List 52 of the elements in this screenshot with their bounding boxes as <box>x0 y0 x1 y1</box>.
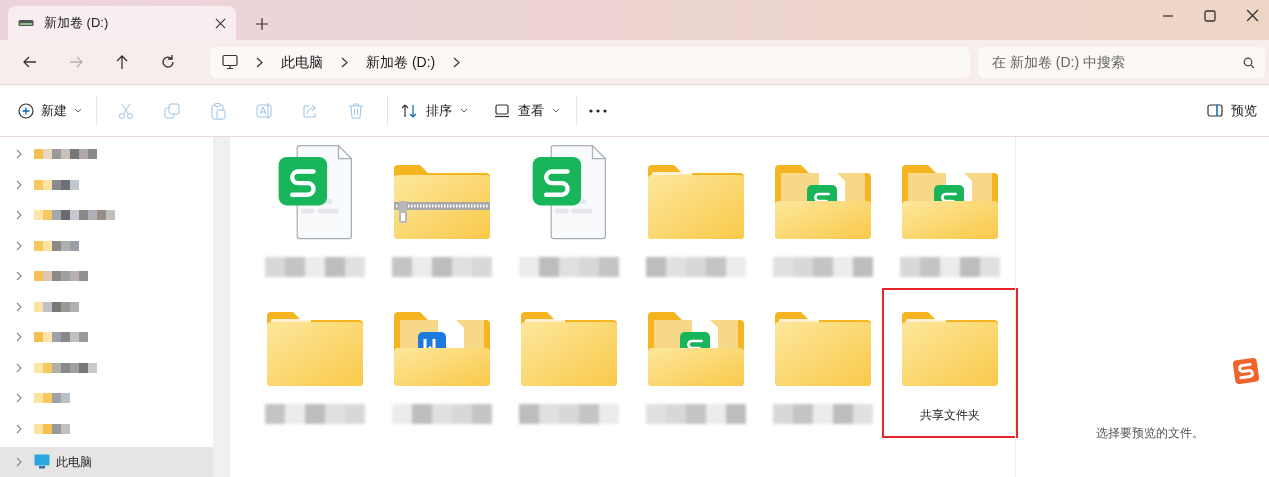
search-icon <box>1243 56 1255 69</box>
ime-icon[interactable] <box>1231 356 1261 386</box>
breadcrumb[interactable]: 新加卷 (D:) <box>366 51 436 73</box>
tab-title: 新加卷 (D:) <box>44 14 110 33</box>
chevron-icon[interactable] <box>453 56 461 68</box>
preview-message: 选择要预览的文件。 <box>1096 425 1204 442</box>
close-icon[interactable] <box>1246 9 1259 22</box>
pixelated-label <box>34 332 88 343</box>
trash-icon <box>347 101 365 120</box>
pixelated-label <box>34 301 79 312</box>
search-field[interactable]: 在 新加卷 (D:) 中搜索 <box>978 46 1265 78</box>
preview-pane-icon <box>1207 104 1223 117</box>
caret-icon <box>74 108 82 113</box>
sidebar-label: 此电脑 <box>56 453 92 471</box>
cut-icon <box>117 101 135 120</box>
preview-button[interactable]: 预览 <box>1207 100 1257 121</box>
drive-icon <box>18 19 34 27</box>
new-tab-icon[interactable] <box>256 18 268 30</box>
plus-circle-icon <box>18 102 34 119</box>
spreadsheet-file-icon[interactable] <box>277 144 353 241</box>
sidebar-item[interactable]: 此电脑 <box>0 446 213 477</box>
close-icon[interactable] <box>215 17 226 29</box>
more-icon[interactable] <box>589 108 607 113</box>
caret-icon <box>552 108 560 113</box>
clipboard-icon <box>209 101 227 120</box>
view-button[interactable]: 查看 <box>494 100 560 121</box>
caret-icon <box>460 108 468 113</box>
new-button[interactable]: 新建 <box>18 100 96 121</box>
laptop-icon <box>494 103 510 118</box>
pixelated-label <box>34 423 70 434</box>
pixelated-label <box>34 393 70 404</box>
pixelated-label <box>34 179 79 190</box>
breadcrumb[interactable]: 此电脑 <box>281 51 323 73</box>
scrollbar-track[interactable] <box>213 137 230 477</box>
spreadsheet-file-icon[interactable] <box>531 144 607 241</box>
pixelated-label <box>34 149 97 160</box>
pixelated-label <box>34 362 97 373</box>
monitor-icon <box>222 54 238 70</box>
pixelated-label <box>34 240 79 251</box>
pixelated-label <box>34 271 88 282</box>
rename-icon <box>255 101 273 120</box>
maximize-icon[interactable] <box>1204 9 1216 22</box>
file-name: 共享文件夹 <box>920 407 980 424</box>
chevron-icon[interactable] <box>341 56 348 68</box>
sort-arrows-icon <box>400 102 418 119</box>
chevron-icon[interactable] <box>256 56 263 68</box>
monitor-icon <box>34 454 50 470</box>
copy-icon <box>163 101 181 120</box>
sort-button[interactable]: 排序 <box>400 100 468 121</box>
tab[interactable]: 新加卷 (D:) <box>8 6 236 40</box>
refresh-icon <box>159 53 177 71</box>
address-bar[interactable]: 此电脑 新加卷 (D:) <box>210 46 970 78</box>
